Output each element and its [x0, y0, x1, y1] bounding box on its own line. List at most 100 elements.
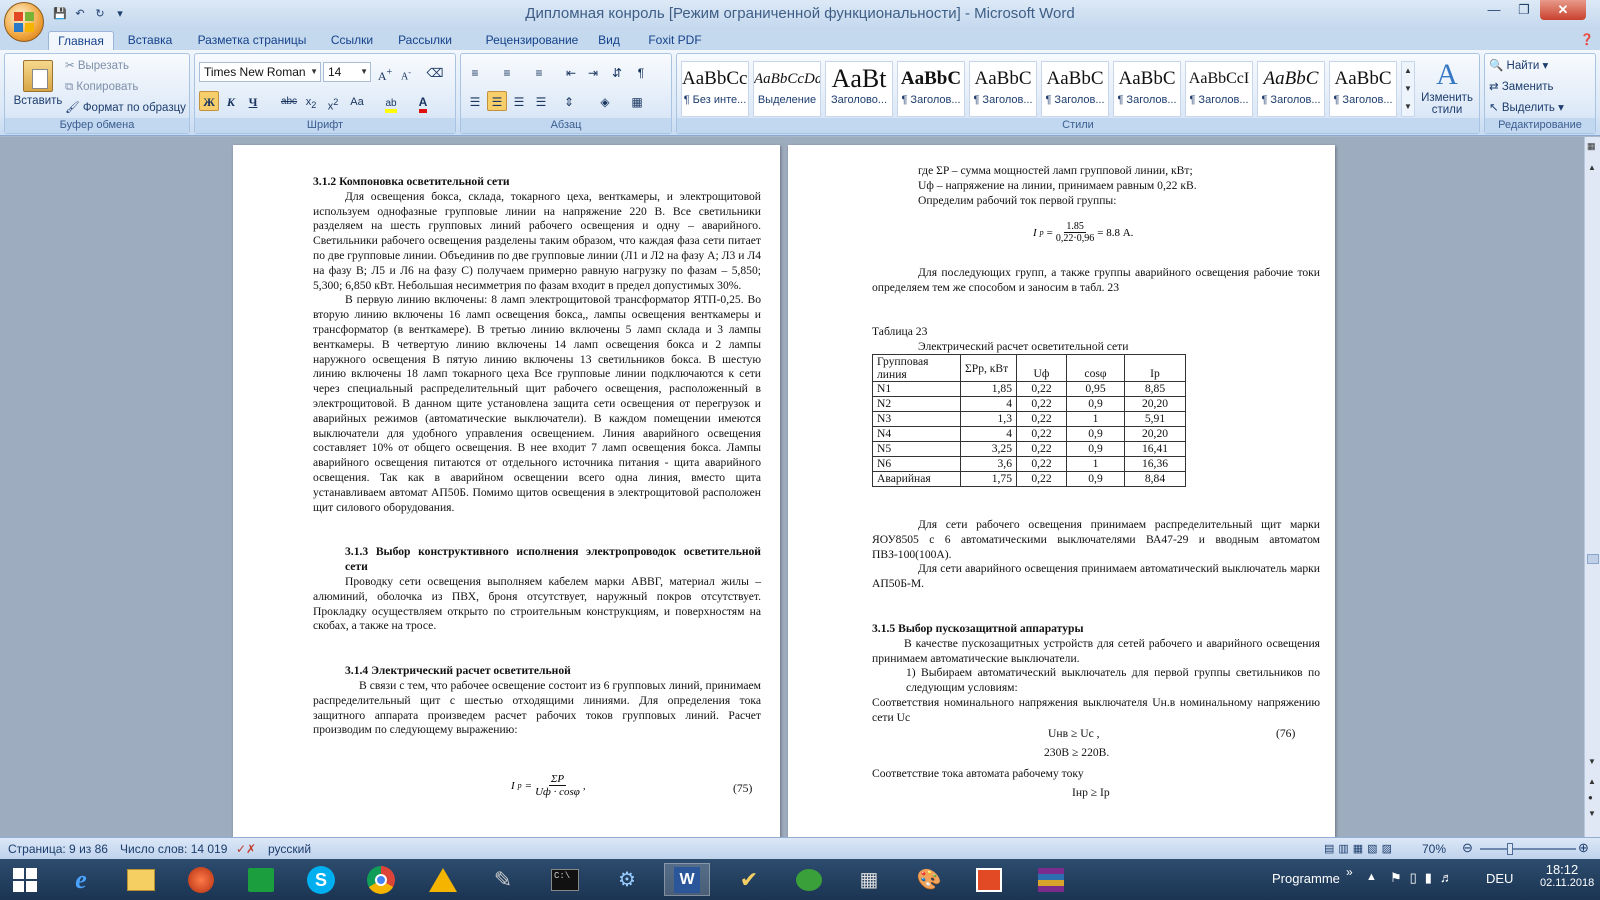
maximize-button[interactable]: ❐ — [1510, 0, 1538, 20]
styles-scroll[interactable]: ▲ ▼ ▼ — [1401, 61, 1415, 117]
scroll-thumb[interactable] — [1587, 554, 1599, 564]
document-page-right[interactable]: где ΣP – сумма мощностей ламп групповой … — [788, 145, 1335, 837]
view-buttons[interactable]: ▤▥▦▧▨ — [1324, 842, 1396, 855]
bullets-icon[interactable]: ≡ — [465, 62, 485, 82]
office-button[interactable] — [4, 2, 44, 42]
pdf-app-icon[interactable] — [966, 863, 1012, 896]
replace-button[interactable]: ⇄ Заменить — [1489, 78, 1554, 96]
style-heading-7[interactable]: AaBbC ¶ Заголов... — [1329, 61, 1397, 117]
character-app-icon[interactable] — [786, 863, 832, 896]
font-size-combo[interactable]: 14 ▼ — [323, 62, 371, 82]
document-page-left[interactable]: 3.1.2 Компоновка осветительной сети Для … — [233, 145, 780, 837]
tab-mailings[interactable]: Рассылки — [392, 31, 458, 50]
calculator-icon[interactable]: ▦ — [846, 863, 892, 896]
style-heading-4[interactable]: AaBbC ¶ Заголов... — [1113, 61, 1181, 117]
subscript-icon[interactable]: x2 — [301, 91, 321, 111]
cut-button[interactable]: ✂ Вырезать — [65, 57, 129, 75]
store-icon[interactable] — [238, 863, 284, 896]
word-count[interactable]: Число слов: 14 019 — [120, 842, 227, 856]
shading-icon[interactable]: ◈ — [595, 91, 615, 111]
zoom-slider-thumb[interactable] — [1507, 843, 1513, 855]
align-right-icon[interactable]: ☰ — [509, 91, 529, 111]
format-painter-button[interactable]: 🖌 Формат по образцу — [65, 99, 186, 117]
skype-icon[interactable]: S — [298, 863, 344, 896]
tray-expand-icon[interactable]: ▲ — [1366, 871, 1377, 883]
bold-icon[interactable]: Ж — [199, 91, 219, 111]
font-color-icon[interactable]: A — [413, 91, 433, 113]
scroll-up-icon[interactable]: ▲ — [1588, 163, 1596, 172]
grow-font-icon[interactable]: A+ — [375, 62, 395, 83]
spellcheck-icon[interactable]: ✓✗ — [236, 842, 256, 856]
line-spacing-icon[interactable]: ⇕ — [559, 91, 579, 111]
show-marks-icon[interactable]: ¶ — [631, 62, 651, 82]
checklist-icon[interactable]: ✔ — [726, 863, 772, 896]
borders-icon[interactable]: ▦ — [627, 91, 647, 111]
browse-object-icon[interactable]: ● — [1588, 793, 1593, 802]
tab-insert[interactable]: Вставка — [120, 31, 180, 50]
word-taskbar-icon[interactable]: W — [664, 863, 710, 896]
tab-page-layout[interactable]: Разметка страницы — [192, 31, 312, 50]
find-button[interactable]: 🔍 Найти ▾ — [1489, 57, 1548, 75]
input-language[interactable]: DEU — [1486, 871, 1513, 886]
help-icon[interactable]: ❓ — [1578, 31, 1596, 50]
change-case-icon[interactable]: Aa — [347, 91, 367, 111]
tab-home[interactable]: Главная — [48, 31, 114, 50]
align-center-icon[interactable]: ☰ — [487, 91, 507, 111]
style-emphasis[interactable]: AaBbCcDd Выделение — [753, 61, 821, 117]
tab-references[interactable]: Ссылки — [322, 31, 382, 50]
style-heading-6[interactable]: AaBbC ¶ Заголов... — [1257, 61, 1325, 117]
zoom-level[interactable]: 70% — [1422, 842, 1446, 856]
highlight-icon[interactable]: ab — [381, 91, 401, 113]
tab-review[interactable]: Рецензирование — [472, 31, 592, 50]
page-count[interactable]: Страница: 9 из 86 — [8, 842, 108, 856]
file-explorer-icon[interactable] — [118, 863, 164, 896]
zoom-in-icon[interactable]: ⊕ — [1578, 840, 1589, 856]
strikethrough-icon[interactable]: abc — [279, 91, 299, 111]
italic-icon[interactable]: К — [221, 91, 241, 111]
underline-icon[interactable]: Ч — [243, 91, 263, 111]
align-left-icon[interactable]: ☰ — [465, 91, 485, 111]
tab-view[interactable]: Вид — [592, 31, 626, 50]
style-heading-3[interactable]: AaBbC ¶ Заголов... — [1041, 61, 1109, 117]
settings-app-icon[interactable]: ⚙ — [604, 863, 650, 896]
increase-indent-icon[interactable]: ⇥ — [583, 62, 603, 82]
ruler-toggle-icon[interactable]: ▦ — [1587, 141, 1596, 152]
command-prompt-icon[interactable]: C:\ — [542, 863, 588, 896]
zoom-slider[interactable] — [1480, 848, 1576, 850]
programme-toolbar[interactable]: Programme — [1272, 871, 1340, 886]
language-indicator[interactable]: русский — [268, 842, 311, 856]
select-button[interactable]: ↖ Выделить ▾ — [1489, 99, 1564, 117]
style-no-spacing[interactable]: AaBbCcI ¶ Без инте... — [681, 61, 749, 117]
toolbar-chevron-icon[interactable]: » — [1346, 865, 1353, 879]
shrink-font-icon[interactable]: A- — [396, 62, 416, 82]
prev-page-icon[interactable]: ▲ — [1588, 777, 1596, 786]
windows-start-icon[interactable] — [2, 863, 48, 896]
minimize-button[interactable]: — — [1480, 0, 1508, 20]
vertical-scrollbar[interactable]: ▦ ▲ ▼ ▲ ● ▼ — [1584, 137, 1600, 837]
decrease-indent-icon[interactable]: ⇤ — [561, 62, 581, 82]
style-heading-5[interactable]: AaBbCcI ¶ Заголов... — [1185, 61, 1253, 117]
sort-icon[interactable]: ⇵ — [607, 62, 627, 82]
tray-icons[interactable]: ⚑▯▮♬ — [1390, 870, 1461, 886]
clock[interactable]: 18:12 02.11.2018 — [1540, 862, 1594, 889]
style-heading-1[interactable]: AaBbC ¶ Заголов... — [897, 61, 965, 117]
change-styles-button[interactable]: A Изменить стили — [1419, 58, 1475, 116]
close-button[interactable]: ✕ — [1540, 0, 1586, 20]
zoom-out-icon[interactable]: ⊖ — [1462, 840, 1473, 856]
justify-icon[interactable]: ☰ — [531, 91, 551, 111]
copy-button[interactable]: ⧉ Копировать — [65, 78, 138, 96]
superscript-icon[interactable]: x2 — [323, 91, 343, 113]
paint-icon[interactable]: 🎨 — [906, 863, 952, 896]
tab-foxit-pdf[interactable]: Foxit PDF — [640, 31, 710, 50]
scroll-down-icon[interactable]: ▼ — [1588, 757, 1596, 766]
style-heading-2[interactable]: AaBbC ¶ Заголов... — [969, 61, 1037, 117]
chrome-icon[interactable] — [358, 863, 404, 896]
internet-explorer-icon[interactable]: e — [58, 863, 104, 896]
clear-format-icon[interactable]: ⌫ — [425, 62, 445, 82]
font-name-combo[interactable]: Times New Roman ▼ — [199, 62, 321, 82]
style-title[interactable]: AaBt Заголово... — [825, 61, 893, 117]
multilevel-list-icon[interactable]: ≡ — [529, 62, 549, 82]
winrar-icon[interactable] — [1028, 863, 1074, 896]
pen-tool-icon[interactable]: ✎ — [480, 863, 526, 896]
app-icon[interactable] — [178, 863, 224, 896]
